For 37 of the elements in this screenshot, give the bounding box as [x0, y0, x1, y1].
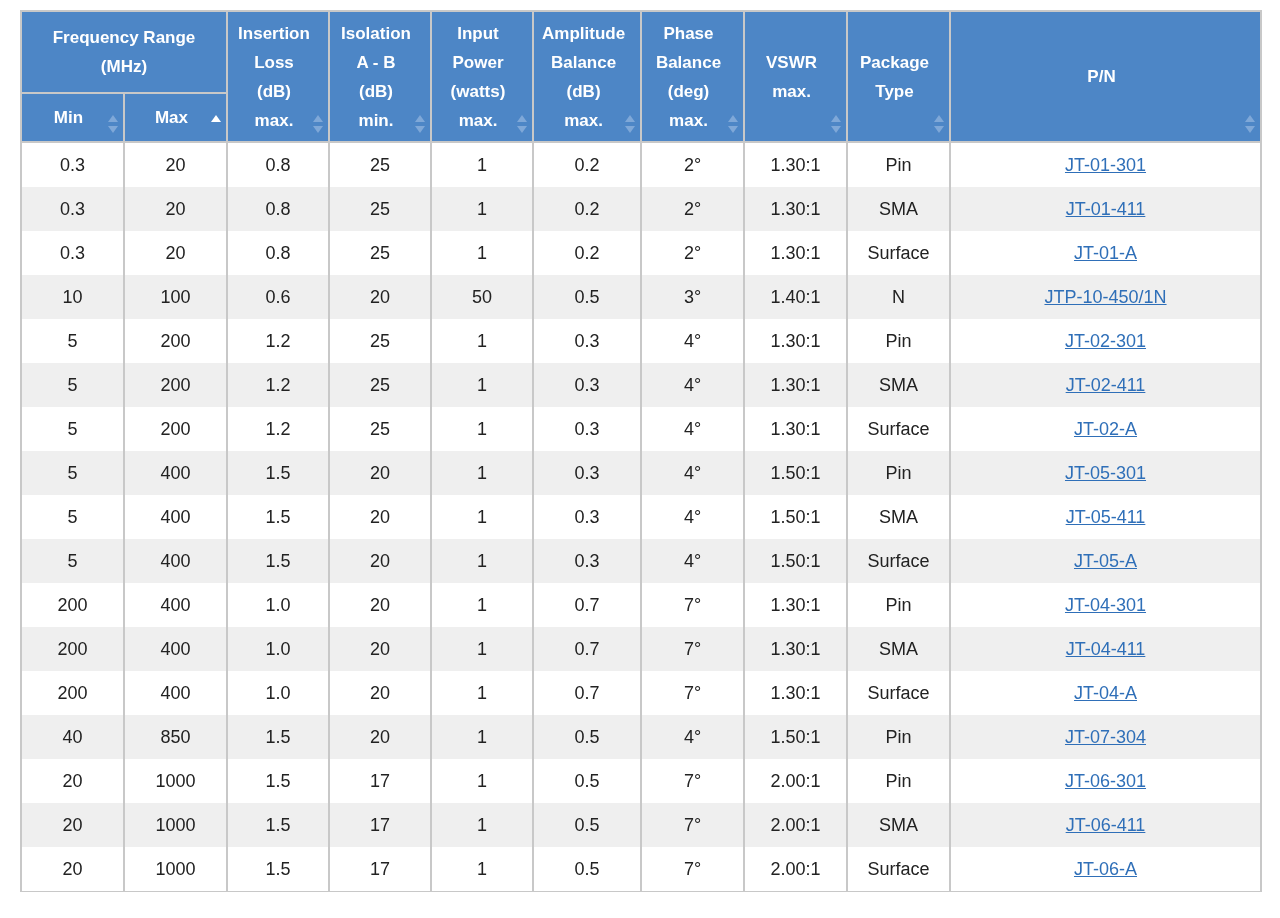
table-cell: 20 — [21, 847, 124, 892]
part-number-link[interactable]: JT-01-411 — [1065, 198, 1146, 219]
column-header[interactable]: Min — [21, 93, 124, 142]
table-cell: 1000 — [124, 847, 227, 892]
table-cell: 17 — [329, 847, 431, 892]
table-cell: Surface — [847, 847, 950, 892]
table-cell: 0.5 — [533, 847, 641, 892]
column-header[interactable]: Input Power (watts) max. — [431, 11, 533, 142]
part-number-link[interactable]: JT-06-A — [1074, 858, 1137, 879]
part-number-link[interactable]: JT-04-301 — [1064, 594, 1146, 615]
column-header[interactable]: VSWR max. — [744, 11, 847, 142]
column-header[interactable]: Amplitude Balance (dB) max. — [533, 11, 641, 142]
part-number-link[interactable]: JT-06-301 — [1064, 770, 1146, 791]
part-number-link[interactable]: JT-04-411 — [1065, 638, 1146, 659]
part-number-link[interactable]: JT-05-301 — [1064, 462, 1146, 483]
column-header[interactable]: Max — [124, 93, 227, 142]
part-number-link[interactable]: JT-01-301 — [1064, 154, 1146, 175]
table-cell: 7° — [641, 847, 744, 892]
part-number-link[interactable]: JT-02-A — [1074, 418, 1137, 439]
column-header[interactable]: Package Type — [847, 11, 950, 142]
part-number-link[interactable]: JT-05-A — [1074, 550, 1137, 571]
table-cell: 1 — [431, 847, 533, 892]
column-header[interactable]: P/N — [950, 11, 1261, 142]
column-header[interactable]: Insertion Loss (dB) max. — [227, 11, 329, 142]
part-number-link[interactable]: JT-01-A — [1074, 242, 1137, 263]
column-group-header: Frequency Range (MHz) — [21, 11, 227, 93]
part-number-link[interactable]: JT-02-411 — [1065, 374, 1146, 395]
part-number-link[interactable]: JT-06-411 — [1065, 814, 1146, 835]
part-number-link[interactable]: JT-05-411 — [1065, 506, 1146, 527]
part-number-link[interactable]: JT-04-A — [1074, 682, 1137, 703]
part-number-link[interactable]: JT-07-304 — [1064, 726, 1146, 747]
table-cell: 1.5 — [227, 847, 329, 892]
table-cell: 2.00:1 — [744, 847, 847, 892]
part-number-link[interactable]: JT-02-301 — [1064, 330, 1146, 351]
column-header[interactable]: Phase Balance (deg) max. — [641, 11, 744, 142]
column-header[interactable]: Isolation A - B (dB) min. — [329, 11, 431, 142]
part-number-link[interactable]: JTP-10-450/1N — [1044, 286, 1167, 307]
